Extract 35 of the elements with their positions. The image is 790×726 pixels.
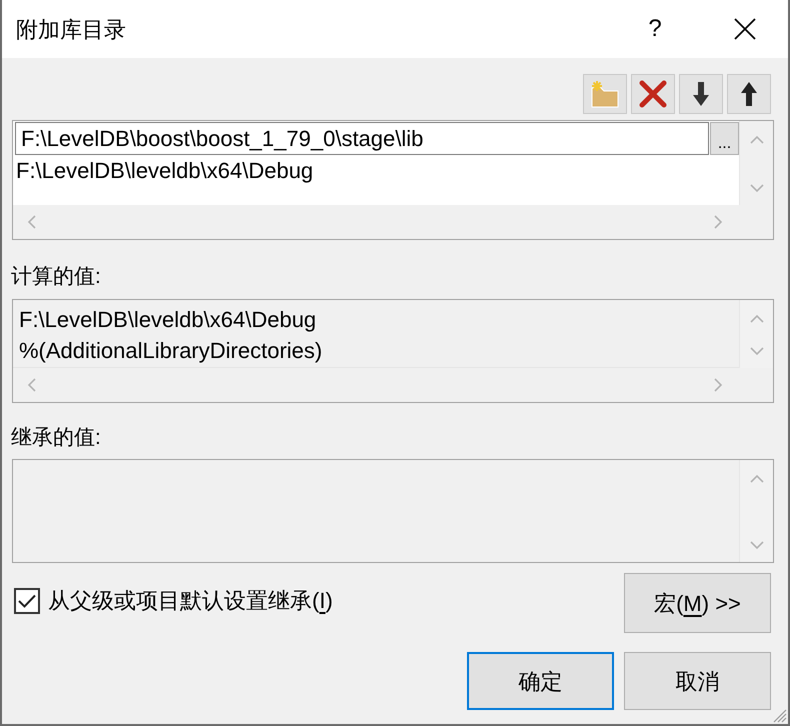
scroll-up-icon[interactable]: [750, 474, 764, 484]
close-icon: [734, 18, 756, 40]
scroll-down-icon[interactable]: [750, 346, 764, 356]
inherited-values-label: 继承的值:: [11, 425, 102, 451]
browse-button[interactable]: ...: [710, 122, 739, 155]
computed-value-line: F:\LevelDB\leveldb\x64\Debug: [19, 306, 318, 334]
move-up-button[interactable]: [727, 74, 771, 114]
scroll-down-icon[interactable]: [750, 540, 764, 550]
resize-grip-icon[interactable]: [773, 709, 787, 723]
scroll-right-icon[interactable]: [713, 378, 723, 392]
macros-button[interactable]: 宏(M) >>: [624, 573, 771, 633]
computed-value-line: %(AdditionalLibraryDirectories): [19, 337, 324, 365]
window-title: 附加库目录: [16, 16, 127, 44]
delete-button[interactable]: [631, 74, 675, 114]
ok-button[interactable]: 确定: [467, 652, 614, 710]
computed-values-label: 计算的值:: [11, 264, 102, 290]
new-folder-icon: [590, 80, 620, 108]
inherit-checkbox-label[interactable]: 从父级或项目默认设置继承(I): [48, 588, 333, 613]
move-down-button[interactable]: [679, 74, 723, 114]
scroll-right-icon[interactable]: [713, 215, 723, 229]
inherit-checkbox[interactable]: [14, 588, 40, 614]
path-input[interactable]: F:\LevelDB\boost\boost_1_79_0\stage\lib: [15, 122, 709, 155]
scroll-up-icon[interactable]: [750, 314, 764, 324]
scroll-left-icon[interactable]: [27, 378, 37, 392]
checkmark-icon: [18, 594, 36, 608]
scroll-up-icon[interactable]: [750, 135, 764, 145]
cancel-button[interactable]: 取消: [624, 652, 771, 710]
help-button[interactable]: ?: [630, 4, 680, 54]
new-folder-button[interactable]: [583, 74, 627, 114]
arrow-down-icon: [692, 81, 710, 107]
scroll-left-icon[interactable]: [27, 215, 37, 229]
directory-entry[interactable]: F:\LevelDB\leveldb\x64\Debug: [15, 155, 739, 185]
arrow-up-icon: [740, 81, 758, 107]
delete-cross-icon: [639, 80, 667, 108]
scroll-down-icon[interactable]: [750, 183, 764, 193]
